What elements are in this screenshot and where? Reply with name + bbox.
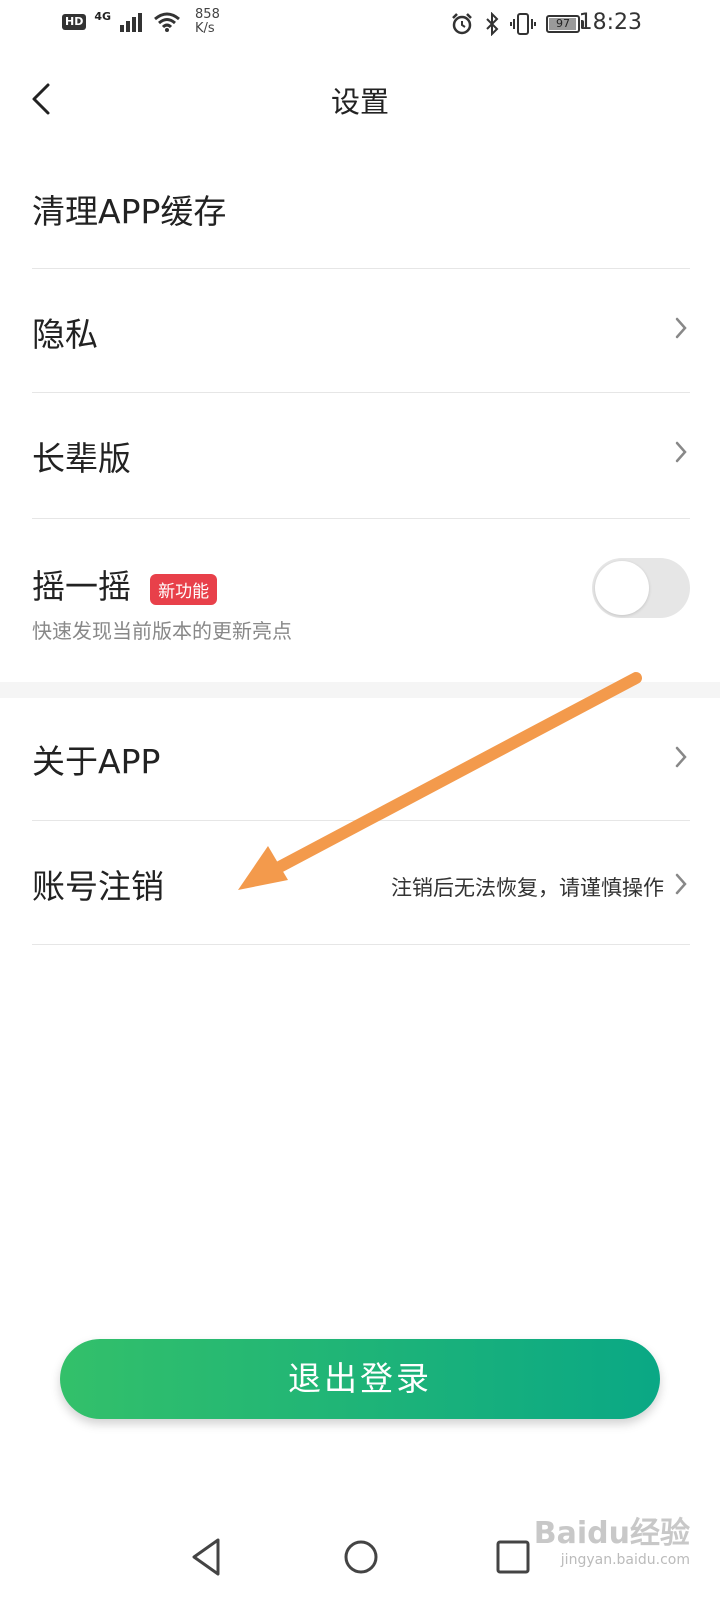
privacy-row[interactable]: 隐私	[32, 308, 690, 362]
wifi-icon	[154, 12, 180, 32]
chevron-right-icon	[675, 317, 687, 339]
network-speed-unit: K/s	[195, 21, 215, 36]
clear-cache-row[interactable]: 清理APP缓存	[32, 185, 690, 239]
divider	[32, 392, 690, 393]
shake-label: 摇一摇	[32, 567, 131, 606]
status-bar: HD 4G 858 K/s 97 18:23	[0, 0, 720, 50]
hd-icon: HD	[62, 14, 87, 30]
network-type: 4G	[94, 9, 112, 23]
logout-button[interactable]: 退出登录	[60, 1339, 660, 1419]
watermark-main: Baidu经验	[533, 1516, 690, 1551]
elder-mode-label: 长辈版	[32, 439, 131, 478]
back-triangle-icon[interactable]	[182, 1532, 232, 1582]
header: 设置	[0, 55, 720, 145]
divider	[32, 944, 690, 945]
status-left: HD 4G 858 K/s	[62, 8, 220, 36]
alarm-icon	[452, 13, 472, 35]
chevron-right-icon	[675, 441, 687, 463]
recent-apps-icon[interactable]	[488, 1532, 538, 1582]
home-circle-icon[interactable]	[336, 1532, 386, 1582]
new-feature-badge: 新功能	[150, 574, 218, 605]
shake-description: 快速发现当前版本的更新亮点	[32, 619, 292, 643]
battery-percent: 97	[556, 17, 570, 30]
privacy-label: 隐私	[32, 315, 98, 354]
status-right-icons: 97	[450, 12, 584, 36]
signal-icon	[120, 13, 143, 32]
elder-mode-row[interactable]: 长辈版	[32, 432, 690, 486]
network-speed-value: 858	[195, 7, 220, 22]
page-title: 设置	[330, 85, 389, 119]
account-cancel-label: 账号注销	[32, 867, 164, 906]
shake-toggle[interactable]	[592, 558, 690, 618]
account-cancel-row[interactable]: 账号注销 注销后无法恢复，请谨慎操作	[32, 860, 690, 914]
watermark-sub: jingyan.baidu.com	[560, 1552, 690, 1568]
divider	[32, 268, 690, 269]
watermark: Baidu经验 jingyan.baidu.com	[534, 1508, 690, 1568]
status-time: 18:23	[578, 10, 642, 35]
divider	[32, 820, 690, 821]
chevron-right-icon	[675, 873, 687, 895]
toggle-knob	[595, 561, 649, 615]
chevron-right-icon	[675, 746, 687, 768]
network-speed: 858 K/s	[195, 8, 220, 36]
about-label: 关于APP	[32, 742, 161, 781]
shake-row: 摇一摇 新功能 快速发现当前版本的更新亮点	[32, 558, 690, 660]
section-gap	[0, 682, 720, 698]
divider	[32, 518, 690, 519]
about-row[interactable]: 关于APP	[32, 735, 690, 789]
account-cancel-hint: 注销后无法恢复，请谨慎操作	[391, 876, 664, 900]
bluetooth-icon	[486, 12, 499, 36]
vibrate-icon	[510, 13, 536, 35]
clear-cache-label: 清理APP缓存	[32, 192, 227, 231]
